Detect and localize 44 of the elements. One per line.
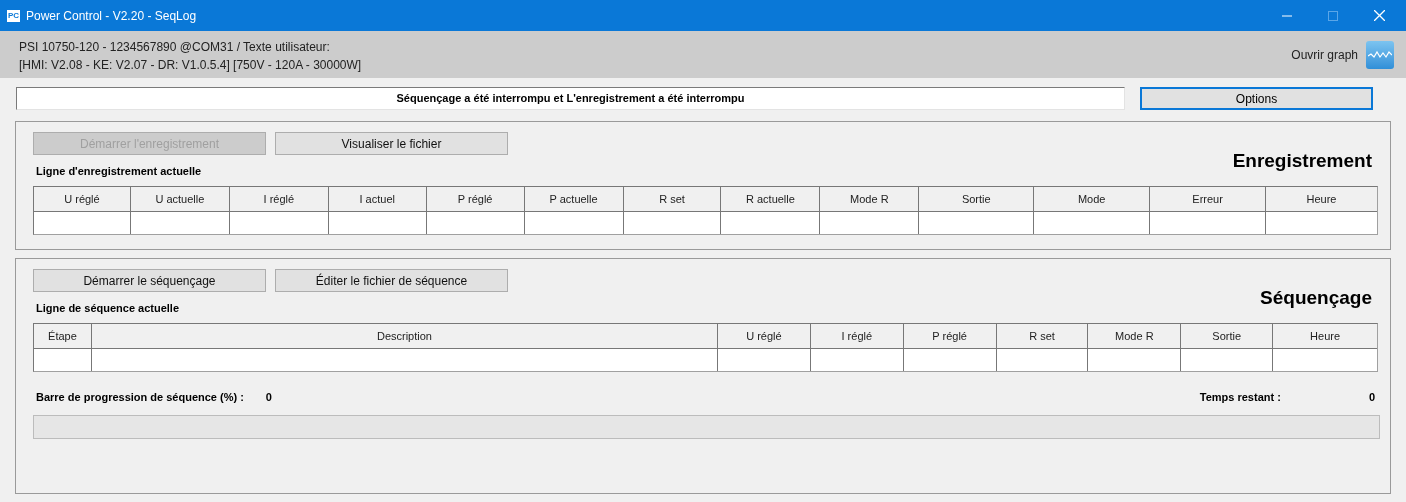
- column-header: Sortie: [1181, 324, 1274, 348]
- action-button[interactable]: Visualiser le fichier: [275, 132, 508, 155]
- minimize-icon[interactable]: [1282, 14, 1292, 17]
- firmware-info-text: [HMI: V2.08 - KE: V2.07 - DR: V1.0.5.4] [750V - 120A - 30000W]: [19, 56, 362, 74]
- progress-label: Barre de progression de séquence (%) :: [36, 390, 244, 405]
- app-icon: PC: [7, 9, 20, 22]
- column-header: Mode: [1034, 187, 1151, 211]
- close-icon[interactable]: [1373, 10, 1385, 21]
- column-header: I réglé: [810, 324, 904, 348]
- remaining-label: Temps restant :: [1199, 390, 1281, 405]
- column-header: U réglé: [34, 187, 131, 211]
- device-info-text: PSI 10750-120 - 1234567890 @COM31 / Texte utilisateur:: [19, 38, 331, 56]
- action-button[interactable]: Démarrer le séquençage: [33, 269, 266, 292]
- column-header: Heure: [1305, 191, 1338, 207]
- table-label: Ligne de séquence actuelle: [36, 300, 180, 316]
- graph-label: Ouvrir graph: [1291, 46, 1358, 64]
- progress-value: 0: [265, 390, 272, 405]
- column-header: U réglé: [718, 324, 811, 348]
- column-header: R set: [623, 187, 722, 211]
- column-header: P actuelle: [524, 187, 624, 211]
- column-header: R actuelle: [721, 187, 821, 211]
- status-message: Séquençage a été interrompu et L'enregistrement a été interrompu: [16, 87, 1125, 110]
- column-header: U actuelle: [130, 187, 230, 211]
- action-button[interactable]: Éditer le fichier de séquence: [275, 269, 508, 292]
- column-header: R set: [996, 324, 1089, 348]
- section-title: Enregistrement: [1232, 149, 1372, 173]
- remaining-value: 0: [1368, 390, 1375, 405]
- column-header: Erreur: [1150, 187, 1267, 211]
- window-title: Power Control - V2.20 - SeqLog: [26, 7, 197, 25]
- section-title: Séquençage: [1260, 286, 1372, 310]
- column-header: I actuel: [328, 187, 427, 211]
- column-header: I réglé: [229, 187, 329, 211]
- column-header: Description: [91, 324, 718, 348]
- column-header: Heure: [1309, 328, 1342, 344]
- table-label: Ligne d'enregistrement actuelle: [36, 163, 202, 179]
- maximize-icon[interactable]: [1328, 10, 1338, 21]
- options-button[interactable]: Options: [1140, 87, 1373, 110]
- column-header: Mode R: [1088, 324, 1182, 348]
- column-header: Sortie: [919, 187, 1035, 211]
- graph-icon[interactable]: [1366, 40, 1394, 69]
- column-header: P réglé: [903, 324, 997, 348]
- column-header: Étape: [34, 324, 92, 348]
- column-header: P réglé: [426, 187, 525, 211]
- column-header: Mode R: [820, 187, 920, 211]
